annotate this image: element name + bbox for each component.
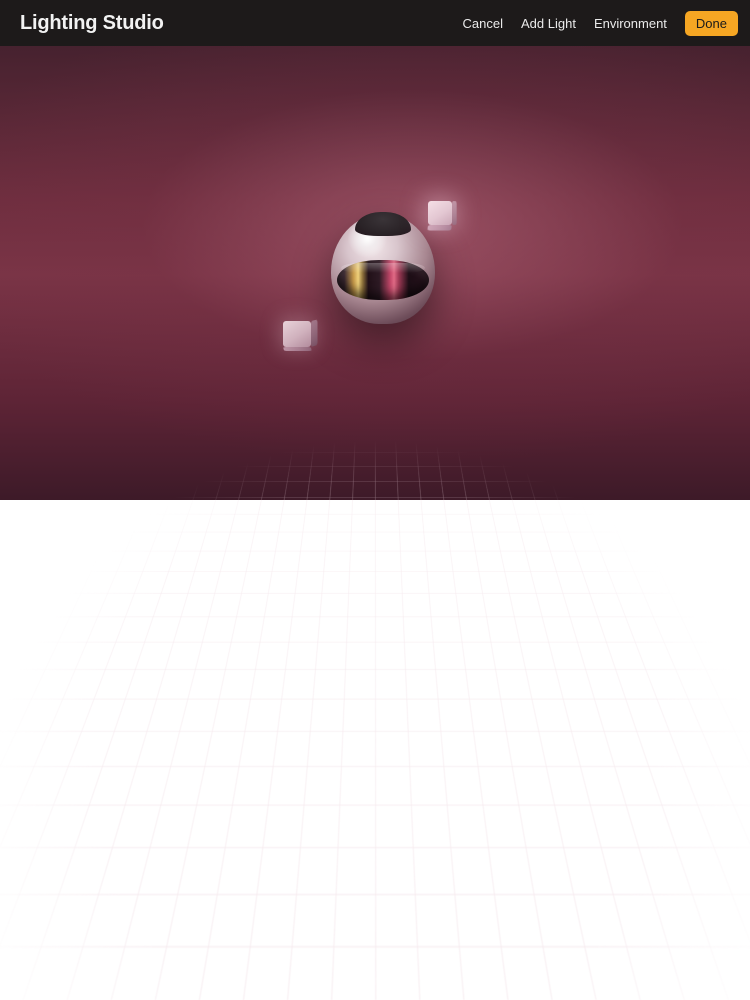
add-light-button[interactable]: Add Light [521, 16, 576, 31]
header-bar: Lighting Studio Cancel Add Light Environ… [0, 0, 750, 46]
cube-face-icon [428, 201, 452, 225]
app-title: Lighting Studio [20, 12, 164, 35]
light-handle-a[interactable] [428, 201, 452, 225]
cube-face-icon [452, 201, 457, 225]
scene-3d[interactable] [0, 46, 750, 500]
cancel-button[interactable]: Cancel [463, 16, 503, 31]
cube-face-icon [283, 347, 312, 351]
environment-button[interactable]: Environment [594, 16, 667, 31]
light-handle-b[interactable] [283, 321, 311, 347]
ground-plane [0, 439, 750, 1000]
header-actions: Cancel Add Light Environment Done [463, 11, 738, 36]
grid-icon [0, 439, 750, 1000]
cube-face-icon [283, 321, 311, 347]
viewport[interactable]: Lighting Studio Cancel Add Light Environ… [0, 0, 750, 500]
scene-object-helmet[interactable] [331, 214, 435, 324]
cube-face-icon [427, 225, 452, 231]
done-button[interactable]: Done [685, 11, 738, 36]
helmet-visor-icon [337, 260, 429, 300]
cube-face-icon [311, 319, 318, 347]
helmet-vent-icon [355, 212, 411, 236]
